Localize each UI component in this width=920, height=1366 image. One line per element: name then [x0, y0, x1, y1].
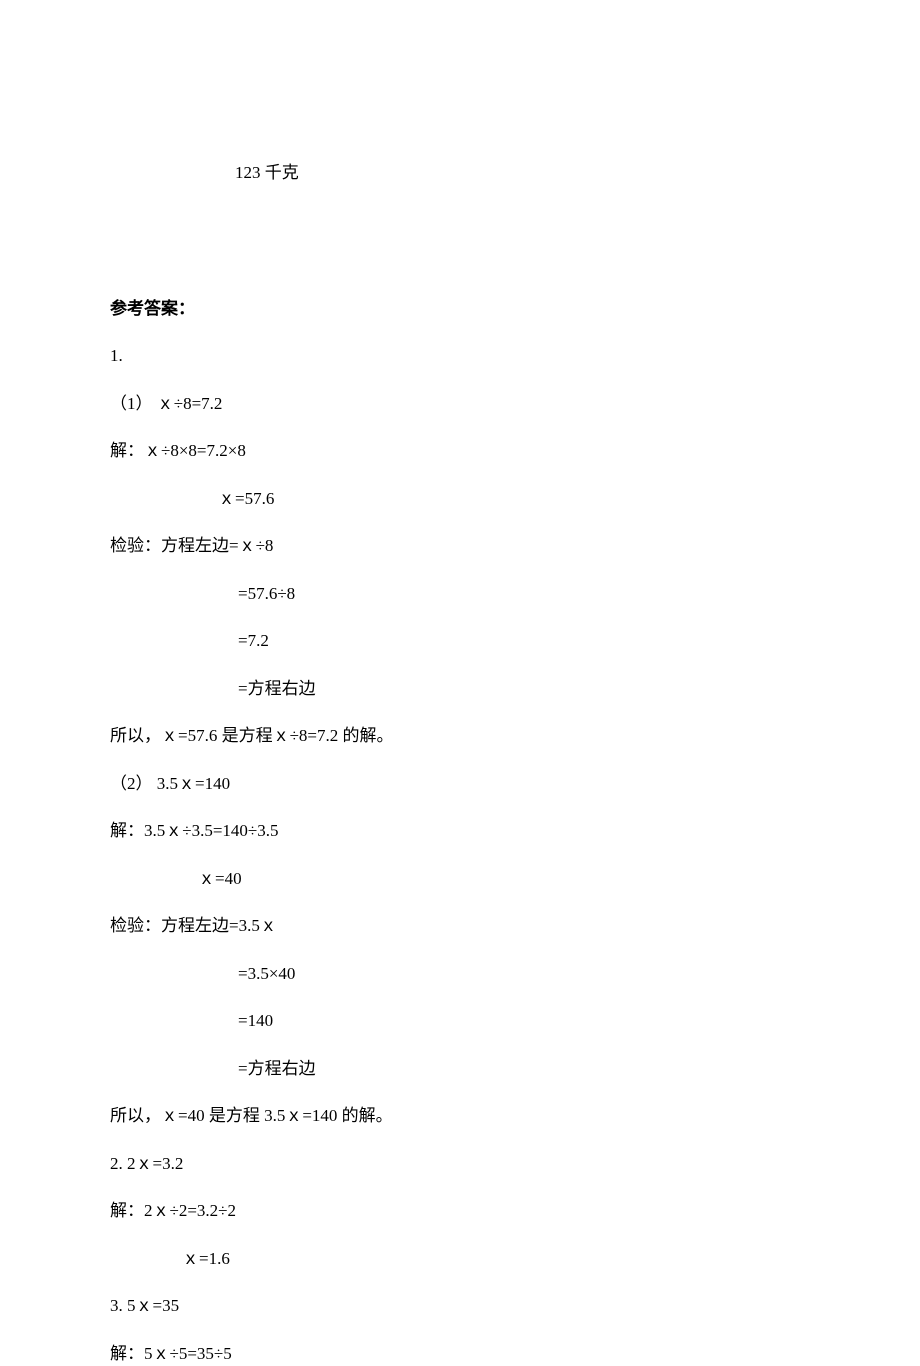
q1-part2-check1: 检验：方程左边=3.5ｘ: [110, 913, 810, 939]
q1-part2-check3: =140: [110, 1008, 810, 1034]
question-3: 3. 5ｘ=35: [110, 1293, 810, 1319]
question-2: 2. 2ｘ=3.2: [110, 1151, 810, 1177]
q1-part1-check4: =方程右边: [110, 676, 810, 702]
question-1: 1.: [110, 343, 810, 369]
q1-part2-step1: 解：3.5ｘ÷3.5=140÷3.5: [110, 818, 810, 844]
q3-step1: 解：5ｘ÷5=35÷5: [110, 1341, 810, 1366]
q1-part2-step2: ｘ=40: [110, 866, 810, 892]
document-page: 123 千克 参考答案： 1. （1） ｘ÷8=7.2 解：ｘ÷8×8=7.2×…: [0, 0, 920, 1366]
q1-part2-check2: =3.5×40: [110, 961, 810, 987]
answer-heading: 参考答案：: [110, 296, 810, 322]
q1-part1-check2: =57.6÷8: [110, 581, 810, 607]
q2-step1: 解：2ｘ÷2=3.2÷2: [110, 1198, 810, 1224]
q1-part1-conclusion: 所以，ｘ=57.6 是方程ｘ÷8=7.2 的解。: [110, 723, 810, 749]
q1-part2-equation: （2） 3.5ｘ=140: [110, 771, 810, 797]
q1-part1-step2: ｘ=57.6: [110, 486, 810, 512]
q1-part2-conclusion: 所以，ｘ=40 是方程 3.5ｘ=140 的解。: [110, 1103, 810, 1129]
q1-part2-check4: =方程右边: [110, 1056, 810, 1082]
q1-part1-equation: （1） ｘ÷8=7.2: [110, 391, 810, 417]
q1-part1-step1: 解：ｘ÷8×8=7.2×8: [110, 438, 810, 464]
q1-part1-check1: 检验：方程左边=ｘ÷8: [110, 533, 810, 559]
q2-step2: ｘ=1.6: [110, 1246, 810, 1272]
top-value: 123 千克: [235, 160, 810, 186]
q1-part1-check3: =7.2: [110, 628, 810, 654]
